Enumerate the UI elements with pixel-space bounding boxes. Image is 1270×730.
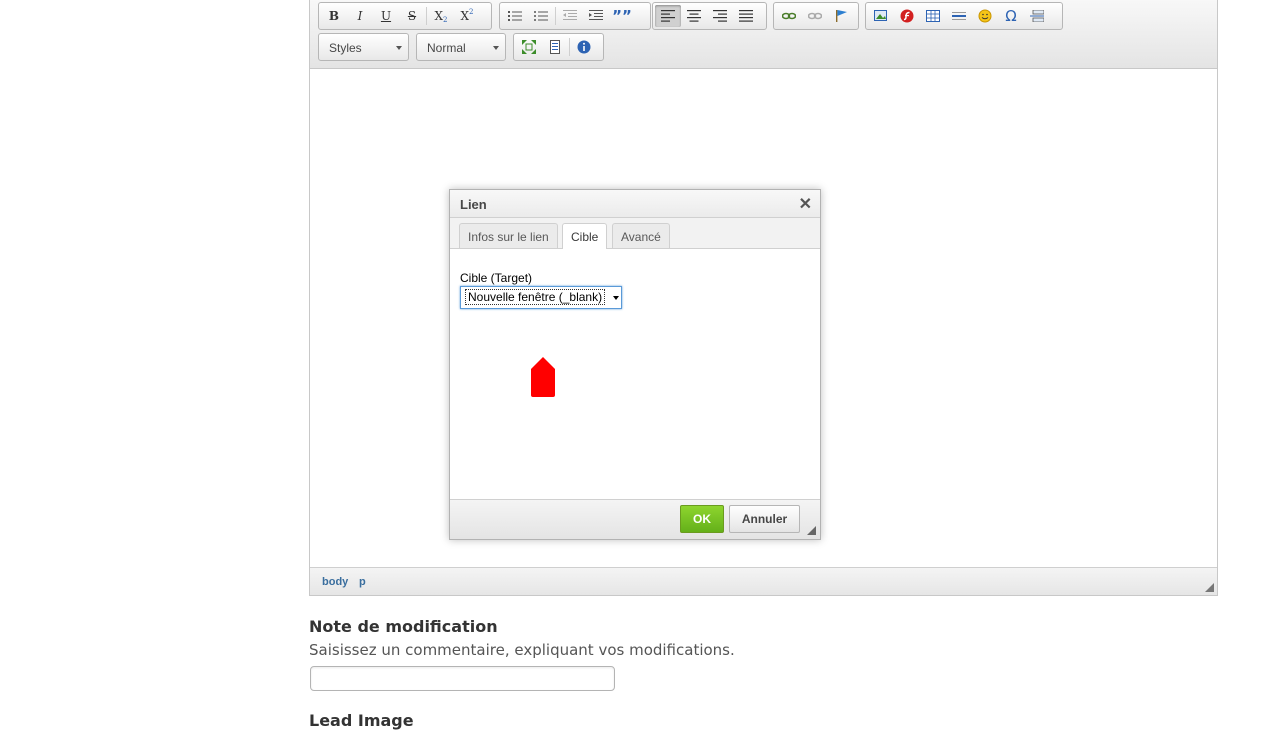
basic-styles-group: B I U S X2 X2 [318,2,492,30]
superscript-x: X [460,9,470,23]
subscript-icon: 2 [443,16,448,24]
note-input[interactable] [310,666,615,691]
cursor-marker-icon [531,357,555,397]
about-info-icon[interactable] [571,36,597,58]
editor-statusbar: body p [310,567,1217,595]
dialog-body: Cible (Target) Nouvelle fenêtre (_blank) [450,249,820,500]
insert-group: Ω [865,2,1063,30]
note-title: Note de modification [309,617,498,636]
superscript-button[interactable]: X2 [454,5,480,27]
target-label: Cible (Target) [460,271,533,285]
toolbar-separator [426,7,427,25]
format-combo[interactable]: Normal [416,33,506,61]
numbered-list-icon[interactable] [502,5,528,27]
table-icon[interactable] [920,5,946,27]
alignment-group [652,2,767,30]
special-char-icon[interactable]: Ω [998,5,1024,27]
target-select[interactable]: Nouvelle fenêtre (_blank) [460,286,622,309]
dialog-resize-grip-icon[interactable] [807,526,816,535]
unlink-icon[interactable] [802,5,828,27]
link-dialog: Lien ✕ Infos sur le lien Cible Avancé Ci… [449,189,821,540]
blockquote-icon[interactable]: ”” [609,5,635,27]
align-center-icon[interactable] [681,5,707,27]
ok-button[interactable]: OK [680,505,724,533]
horizontal-rule-icon[interactable] [946,5,972,27]
format-combo-label: Normal [427,41,466,55]
dialog-tabs: Infos sur le lien Cible Avancé [450,218,820,249]
bold-button[interactable]: B [321,5,347,27]
strikethrough-button[interactable]: S [399,5,425,27]
superscript-icon: 2 [469,8,474,16]
italic-button[interactable]: I [347,5,373,27]
bulleted-list-icon[interactable] [528,5,554,27]
links-group [773,2,859,30]
anchor-flag-icon[interactable] [828,5,854,27]
image-icon[interactable] [868,5,894,27]
tab-advanced[interactable]: Avancé [612,223,670,248]
align-right-icon[interactable] [707,5,733,27]
breadcrumb-body[interactable]: body [322,576,348,588]
page-break-icon[interactable] [1024,5,1050,27]
show-blocks-icon[interactable] [542,36,568,58]
smiley-icon[interactable] [972,5,998,27]
dialog-title: Lien [460,197,487,212]
target-select-value: Nouvelle fenêtre (_blank) [464,289,606,305]
note-help-text: Saisissez un commentaire, expliquant vos… [309,641,735,659]
maximize-icon[interactable] [516,36,542,58]
breadcrumb-p[interactable]: p [359,576,366,588]
lead-image-title: Lead Image [309,711,414,730]
tab-target[interactable]: Cible [562,223,608,249]
underline-button[interactable]: U [373,5,399,27]
styles-combo-label: Styles [329,41,362,55]
indent-icon[interactable] [583,5,609,27]
editor-toolbar: B I U S X2 X2 ”” Ω Styles Normal [310,0,1217,69]
dialog-footer: OK Annuler [450,499,820,539]
editor-resize-grip-icon[interactable] [1205,583,1214,592]
chevron-down-icon [613,296,619,300]
toolbar-separator [555,7,556,25]
chevron-down-icon [493,46,499,50]
align-justify-icon[interactable] [733,5,759,27]
close-icon[interactable]: ✕ [799,194,812,214]
link-icon[interactable] [776,5,802,27]
tools-group [513,33,604,61]
align-left-icon[interactable] [655,5,681,27]
list-group: ”” [499,2,651,30]
dialog-title-bar[interactable]: Lien ✕ [450,190,820,218]
styles-combo[interactable]: Styles [318,33,409,61]
tab-link-info[interactable]: Infos sur le lien [459,223,558,248]
cancel-button[interactable]: Annuler [729,505,800,533]
subscript-x: X [434,9,444,23]
subscript-button[interactable]: X2 [428,5,454,27]
toolbar-separator [569,38,570,56]
outdent-icon[interactable] [557,5,583,27]
flash-icon[interactable] [894,5,920,27]
chevron-down-icon [396,46,402,50]
